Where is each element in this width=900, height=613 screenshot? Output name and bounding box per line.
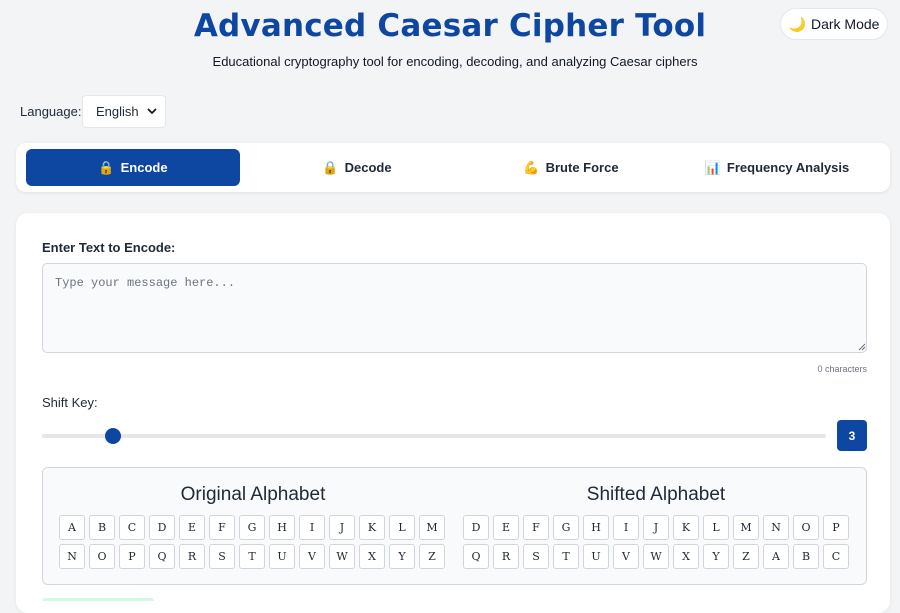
shifted-letter-cell: G — [553, 515, 579, 540]
tab-frequency-analysis[interactable]: 📊 Frequency Analysis — [670, 149, 884, 186]
shifted-letter-cell: H — [583, 515, 609, 540]
original-letter-cell: C — [119, 515, 145, 540]
original-letter-cell: E — [179, 515, 205, 540]
chevron-down-icon — [147, 108, 157, 115]
shifted-letter-cell: S — [523, 544, 549, 569]
message-placeholder: Type your message here... — [55, 276, 236, 290]
original-letter-cell: Y — [389, 544, 415, 569]
tab-decode[interactable]: 🔒 Decode — [250, 149, 464, 186]
tab-label: Frequency Analysis — [726, 160, 850, 175]
original-letter-cell: X — [359, 544, 385, 569]
shifted-letter-cell: F — [523, 515, 549, 540]
original-letter-cell: U — [269, 544, 295, 569]
shifted-letter-cell: C — [823, 544, 849, 569]
shifted-letter-cell: U — [583, 544, 609, 569]
tab-brute-force[interactable]: 💪 Brute Force — [464, 149, 678, 186]
original-letter-cell: A — [59, 515, 85, 540]
original-letter-cell: K — [359, 515, 385, 540]
original-letter-cell: M — [419, 515, 445, 540]
shift-label: Shift Key: — [42, 395, 98, 410]
shifted-letter-cell: W — [643, 544, 669, 569]
moon-icon: 🌙 — [788, 15, 806, 32]
original-letter-cell: T — [239, 544, 265, 569]
original-letter-cell: Z — [419, 544, 445, 569]
original-letter-cell: J — [329, 515, 355, 540]
input-label: Enter Text to Encode: — [42, 240, 176, 255]
language-select[interactable]: English — [82, 95, 166, 128]
language-label: Language: — [20, 104, 82, 119]
original-alphabet-heading: Original Alphabet — [180, 484, 326, 505]
dark-mode-label: Dark Mode — [810, 16, 880, 32]
shifted-letter-cell: L — [703, 515, 729, 540]
tab-label: Decode — [344, 160, 392, 175]
original-letter-cell: V — [299, 544, 325, 569]
resize-handle-icon[interactable] — [856, 341, 866, 351]
bar-chart-icon: 📊 — [704, 159, 721, 175]
original-letter-cell: L — [389, 515, 415, 540]
shift-slider-thumb[interactable] — [105, 428, 121, 444]
shifted-letter-cell: R — [493, 544, 519, 569]
tab-encode[interactable]: 🔒 Encode — [26, 149, 240, 186]
page-subtitle: Educational cryptography tool for encodi… — [212, 54, 698, 69]
original-letter-cell: O — [89, 544, 115, 569]
shifted-letter-cell: Q — [463, 544, 489, 569]
shifted-alphabet-heading: Shifted Alphabet — [586, 484, 726, 505]
original-letter-cell: F — [209, 515, 235, 540]
shifted-letter-cell: E — [493, 515, 519, 540]
shifted-letter-cell: Z — [733, 544, 759, 569]
original-letter-cell: I — [299, 515, 325, 540]
shifted-letter-cell: Y — [703, 544, 729, 569]
shifted-letter-cell: I — [613, 515, 639, 540]
original-letter-cell: N — [59, 544, 85, 569]
tab-label: Brute Force — [545, 160, 619, 175]
original-letter-cell: S — [209, 544, 235, 569]
original-letter-cell: P — [119, 544, 145, 569]
flexed-biceps-icon: 💪 — [523, 159, 540, 175]
message-input[interactable]: Type your message here... — [42, 263, 867, 353]
page-title: Advanced Caesar Cipher Tool — [193, 8, 707, 44]
shifted-letter-cell: X — [673, 544, 699, 569]
original-letter-cell: B — [89, 515, 115, 540]
shifted-letter-cell: V — [613, 544, 639, 569]
shifted-letter-cell: P — [823, 515, 849, 540]
language-selected: English — [96, 104, 139, 119]
tab-bar: 🔒 Encode 🔒 Decode 💪 Brute Force 📊 Freque… — [16, 143, 890, 192]
shifted-letter-cell: K — [673, 515, 699, 540]
shift-slider-track[interactable] — [42, 434, 826, 438]
shifted-letter-cell: B — [793, 544, 819, 569]
shifted-letter-cell: O — [793, 515, 819, 540]
lock-icon: 🔒 — [322, 159, 339, 175]
dark-mode-button[interactable]: 🌙 Dark Mode — [780, 8, 888, 40]
original-letter-cell: Q — [149, 544, 175, 569]
lock-icon: 🔒 — [98, 159, 115, 175]
original-letter-cell: R — [179, 544, 205, 569]
tab-label: Encode — [120, 160, 168, 175]
original-letter-cell: D — [149, 515, 175, 540]
shifted-letter-cell: A — [763, 544, 789, 569]
shifted-letter-cell: T — [553, 544, 579, 569]
original-letter-cell: H — [269, 515, 295, 540]
shifted-letter-cell: M — [733, 515, 759, 540]
shifted-letter-cell: D — [463, 515, 489, 540]
original-letter-cell: W — [329, 544, 355, 569]
shifted-letter-cell: N — [763, 515, 789, 540]
shifted-letter-cell: J — [643, 515, 669, 540]
character-count: 0 characters — [817, 364, 867, 374]
shift-value-badge: 3 — [837, 420, 867, 451]
original-letter-cell: G — [239, 515, 265, 540]
